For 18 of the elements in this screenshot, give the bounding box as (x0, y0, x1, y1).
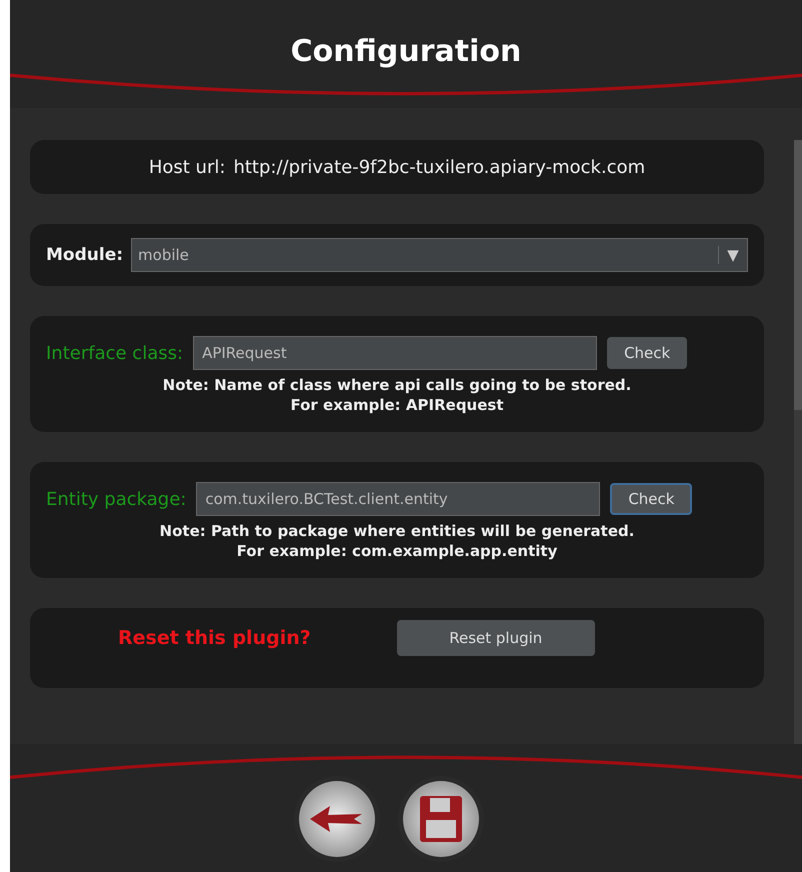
note-text: Note: Name of class where api calls going to be stored. (162, 376, 632, 394)
example-text: For example: APIRequest (289, 396, 505, 414)
note-text: Note: Path to package where entities will be generated. (158, 522, 636, 540)
window-title: Configuration (290, 33, 522, 69)
reset-button[interactable]: Reset plugin (396, 620, 595, 656)
module-label: Module: (46, 245, 124, 265)
scrollbar-thumb[interactable] (794, 140, 802, 410)
input-field[interactable]: com.tuxilero.BCTest.client.entity (196, 482, 600, 516)
module-dropdown[interactable]: mobile ▼ (131, 238, 748, 272)
host-label: Host url: (148, 156, 226, 178)
reset-label: Reset this plugin? (118, 627, 311, 649)
field-label: Entity package: (46, 488, 186, 510)
host-url: http://private-9f2bc-tuxilero.apiary-mock.com (233, 156, 646, 178)
check-button[interactable]: Check (607, 337, 688, 369)
example-text: For example: com.example.app.entity (236, 542, 558, 560)
field-label: Interface class: (46, 342, 184, 364)
input-field[interactable]: APIRequest (193, 336, 598, 370)
check-button[interactable]: Check (610, 483, 692, 515)
